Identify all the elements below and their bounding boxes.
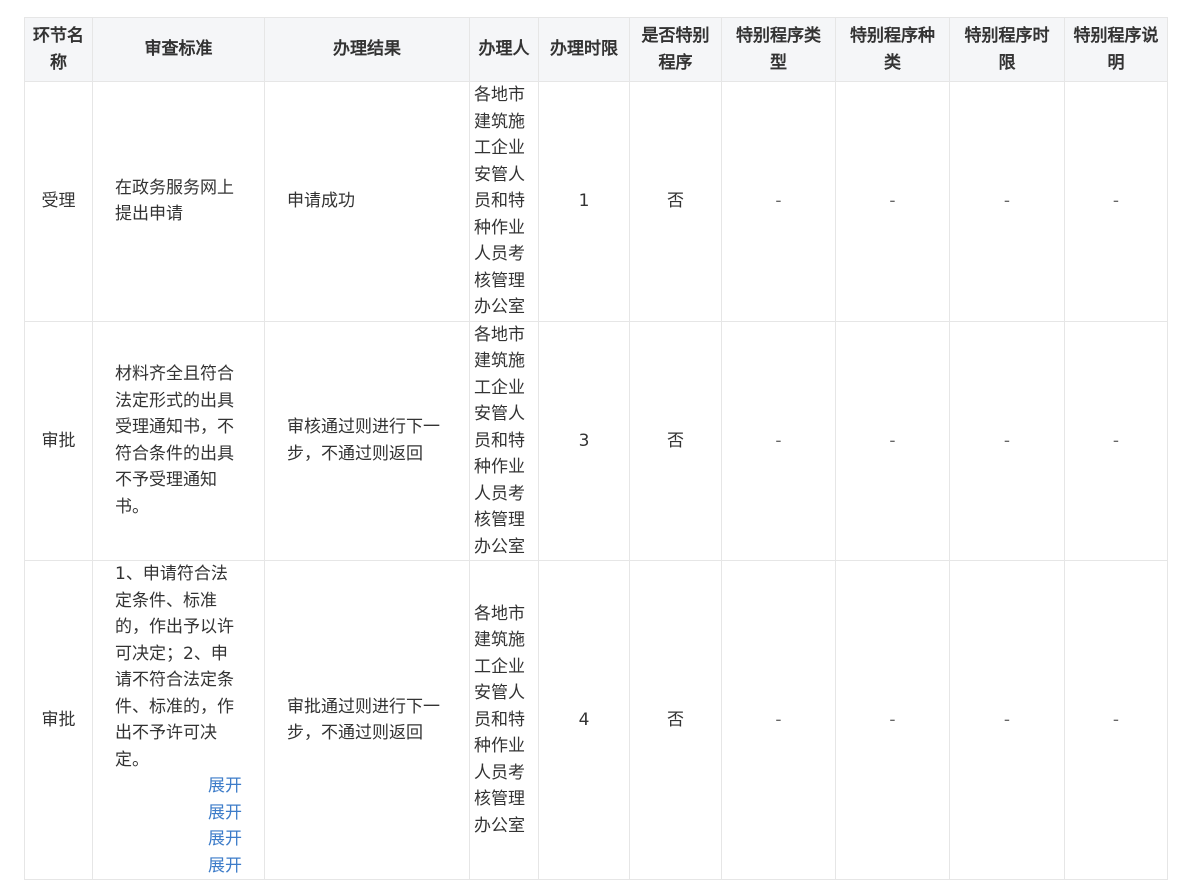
cell-special-kind: -: [835, 81, 950, 322]
cell-stage: 审批: [24, 560, 93, 880]
cell-result: 审批通过则进行下一步，不通过则返回: [264, 560, 470, 880]
table-header-row: 环节名称 审查标准 办理结果 办理人 办理时限 是否特别程序 特别程序类型 特别…: [24, 17, 1168, 82]
header-time-limit: 办理时限: [538, 17, 630, 82]
table-row: 审批 材料齐全且符合法定形式的出具受理通知书，不符合条件的出具不予受理通知书。 …: [24, 320, 1168, 561]
cell-criteria: 在政务服务网上提出申请: [92, 81, 265, 322]
expand-link[interactable]: 展开: [115, 773, 242, 800]
cell-criteria: 1、申请符合法定条件、标准的，作出予以许可决定；2、申请不符合法定条件、标准的，…: [92, 560, 265, 880]
process-table-container: 环节名称 审查标准 办理结果 办理人 办理时限 是否特别程序 特别程序类型 特别…: [24, 17, 1168, 880]
cell-special-type: -: [721, 320, 836, 561]
header-handler: 办理人: [469, 17, 539, 82]
cell-result: 审核通过则进行下一步，不通过则返回: [264, 320, 470, 561]
expand-link[interactable]: 展开: [115, 800, 242, 827]
expand-link[interactable]: 展开: [115, 853, 242, 880]
header-special-note: 特别程序说明: [1064, 17, 1168, 82]
cell-time-limit: 4: [538, 560, 630, 880]
cell-handler: 各地市建筑施工企业安管人员和特种作业人员考核管理办公室: [469, 560, 539, 880]
header-special-limit: 特别程序时限: [949, 17, 1065, 82]
cell-special-type: -: [721, 560, 836, 880]
process-table: 环节名称 审查标准 办理结果 办理人 办理时限 是否特别程序 特别程序类型 特别…: [24, 17, 1168, 880]
cell-special-kind: -: [835, 320, 950, 561]
cell-criteria: 材料齐全且符合法定形式的出具受理通知书，不符合条件的出具不予受理通知书。: [92, 320, 265, 561]
table-row: 受理 在政务服务网上提出申请 申请成功 各地市建筑施工企业安管人员和特种作业人员…: [24, 81, 1168, 322]
cell-stage: 受理: [24, 81, 93, 322]
cell-handler: 各地市建筑施工企业安管人员和特种作业人员考核管理办公室: [469, 320, 539, 561]
cell-special: 否: [629, 560, 722, 880]
table-row: 审批 1、申请符合法定条件、标准的，作出予以许可决定；2、申请不符合法定条件、标…: [24, 560, 1168, 880]
cell-handler: 各地市建筑施工企业安管人员和特种作业人员考核管理办公室: [469, 81, 539, 322]
header-stage-name: 环节名称: [24, 17, 93, 82]
cell-special-limit: -: [949, 320, 1065, 561]
cell-stage: 审批: [24, 320, 93, 561]
expand-link[interactable]: 展开: [115, 826, 242, 853]
cell-special-note: -: [1064, 560, 1168, 880]
cell-special-limit: -: [949, 560, 1065, 880]
header-special-kind: 特别程序种类: [835, 17, 950, 82]
cell-special-note: -: [1064, 320, 1168, 561]
cell-special: 否: [629, 320, 722, 561]
criteria-text: 1、申请符合法定条件、标准的，作出予以许可决定；2、申请不符合法定条件、标准的，…: [115, 564, 234, 770]
header-review-criteria: 审查标准: [92, 17, 265, 82]
header-handling-result: 办理结果: [264, 17, 470, 82]
header-special-type: 特别程序类型: [721, 17, 836, 82]
header-is-special-procedure: 是否特别程序: [629, 17, 722, 82]
cell-result: 申请成功: [264, 81, 470, 322]
cell-special-limit: -: [949, 81, 1065, 322]
cell-special-type: -: [721, 81, 836, 322]
expand-links: 展开 展开 展开 展开: [115, 773, 242, 879]
cell-special-note: -: [1064, 81, 1168, 322]
cell-special-kind: -: [835, 560, 950, 880]
cell-special: 否: [629, 81, 722, 322]
cell-time-limit: 1: [538, 81, 630, 322]
cell-time-limit: 3: [538, 320, 630, 561]
